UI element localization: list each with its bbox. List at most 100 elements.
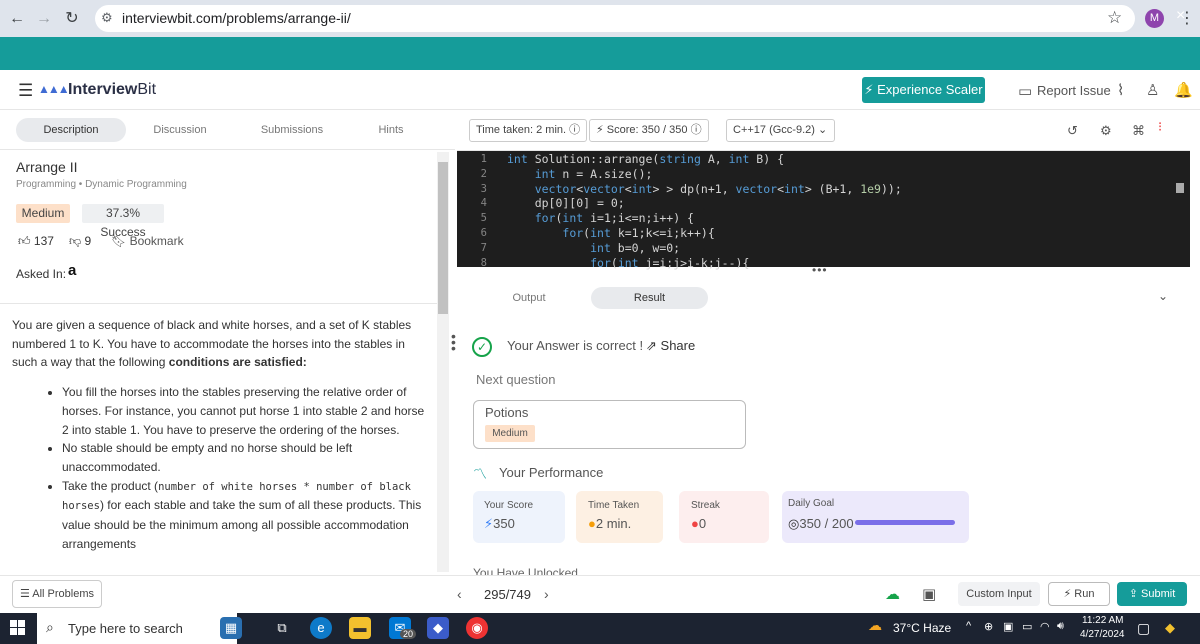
difficulty-badge: Medium [16,204,70,223]
left-scrollbar-thumb[interactable] [438,162,448,314]
tab-output[interactable]: Output [478,287,580,309]
code-line[interactable]: int n = A.size(); [507,167,653,181]
tray-icon[interactable]: ⊕ [984,620,993,633]
submit-label: Submit [1141,588,1176,600]
share-button[interactable]: ⇗ Share [646,338,695,354]
code-line[interactable]: for(int i=1;i<=n;i++) { [507,211,694,225]
tab-result[interactable]: Result [591,287,708,309]
console-icon[interactable]: ▣ [922,585,936,603]
forward-icon[interactable]: → [34,9,54,29]
next-question-title[interactable]: Potions [485,405,528,420]
bolt-icon: ⚡ [596,124,604,136]
site-logo[interactable]: InterviewBit [68,81,156,99]
experience-scaler-button[interactable]: ⚡ Experience Scaler [862,77,985,103]
language-select[interactable]: C++17 (Gcc-9.2) ⌄ [726,119,835,142]
volume-icon[interactable]: 🔊︎ [1057,620,1064,633]
thumbs-up-icon: 👍︎ [18,234,31,248]
line-number: 4 [480,197,487,209]
problem-counter: 295/749 [484,587,531,602]
code-line[interactable]: int b=0, w=0; [507,241,680,255]
back-icon[interactable]: ← [7,9,27,29]
code-line[interactable]: int Solution::arrange(string A, int B) { [507,152,784,166]
chevron-down-icon[interactable]: ⌄ [1158,289,1168,303]
stat-value-text: 0 [698,516,707,531]
bolt-icon: ⚡ [484,516,494,531]
tray-chevron-icon[interactable]: ^ [966,620,971,632]
profile-avatar[interactable]: M [1145,9,1164,28]
target-icon: ◎ [788,516,800,531]
list-item: You fill the horses into the stables pre… [62,383,426,439]
all-problems-button[interactable]: ☰ All Problems [12,580,102,608]
like-button[interactable]: 👍︎ 137 [18,234,54,249]
amazon-logo-icon[interactable]: a [68,262,76,279]
widget-app-icon[interactable]: ▦ [220,617,242,639]
hamburger-menu-icon[interactable]: ☰ [18,81,33,101]
right-scrollbar[interactable] [1190,110,1200,575]
windows-start-icon[interactable] [10,620,26,636]
tab-discussion[interactable]: Discussion [140,118,220,142]
task-view-icon[interactable]: ⧉ [271,617,293,639]
site-settings-icon[interactable]: ⚙ [101,10,113,26]
report-issue-link[interactable]: Report Issue [1037,83,1111,98]
prev-problem-button[interactable]: ‹ [457,586,462,602]
stat-value-text: 350 / 200 [799,516,854,531]
clock-date[interactable]: 4/27/2024 [1080,629,1125,640]
score-text: Score: 350 / 350 [606,124,688,136]
app-icon[interactable]: ◆ [427,617,449,639]
next-problem-button[interactable]: › [544,586,549,602]
bookmark-button[interactable]: 🔖︎ Bookmark [111,234,184,248]
info-icon: ⓘ [569,124,581,136]
notification-bell-icon[interactable]: 🔔 [1174,81,1193,99]
tab-submissions[interactable]: Submissions [250,118,334,142]
activity-icon[interactable]: ⌇ [1117,81,1124,99]
submit-button[interactable]: ⇪ Submit [1117,582,1187,606]
banner-close-icon[interactable]: × [1176,7,1185,25]
check-circle-icon: ✓ [472,337,492,357]
panel-splitter[interactable]: • • • [451,329,456,355]
more-options-icon[interactable]: ⁝ [1158,119,1162,135]
activity-icon: 〽 [473,466,487,482]
report-icon: ▭ [1018,83,1033,100]
resize-handle-icon[interactable]: ••• [812,263,828,277]
tab-description[interactable]: Description [16,118,126,142]
success-rate-badge: 37.3% Success [82,204,164,239]
clock-time[interactable]: 11:22 AM [1082,615,1124,626]
code-line[interactable]: for(int j=i;j>i-k;j--){ [507,256,749,270]
code-line[interactable]: vector<vector<int> > dp(n+1, vector<int>… [507,182,902,196]
dislike-button[interactable]: 👎︎ 9 [69,234,91,249]
edge-icon[interactable]: e [310,617,332,639]
file-explorer-icon[interactable]: ▬ [349,617,371,639]
chrome-icon[interactable]: ◉ [466,617,488,639]
banner-link[interactable]: Interview Preparation Plan [679,9,843,25]
run-label: Run [1074,588,1095,600]
taskbar-search-placeholder[interactable]: Type here to search [68,621,183,636]
run-button[interactable]: ⚡ Run [1048,582,1110,606]
daily-goal-progress [855,520,955,525]
problem-title: Arrange II [16,159,78,175]
code-line[interactable]: dp[0][0] = 0; [507,196,625,210]
reset-code-icon[interactable]: ↺ [1067,123,1078,139]
bookmark-star-icon[interactable]: ☆ [1107,8,1122,28]
copilot-icon[interactable]: ◆ [1165,620,1175,636]
shortcuts-icon[interactable]: ⌘ [1132,123,1145,139]
code-line[interactable]: for(int k=1;k<=i;k++){ [507,226,714,240]
custom-input-button[interactable]: Custom Input [958,582,1040,606]
tab-hints[interactable]: Hints [370,118,412,142]
all-problems-label: All Problems [32,588,95,600]
reload-icon[interactable]: ↻ [62,9,82,29]
share-label: Share [660,338,696,353]
tray-icon[interactable]: ▣ [1003,620,1013,633]
stat-value: ●0 [691,516,706,531]
logo-icon: ▲▲▲ [38,82,70,96]
search-icon: ⌕ [46,619,54,635]
stat-label: Time Taken [588,500,640,511]
line-number: 6 [480,227,487,239]
battery-icon[interactable]: ▭ [1022,620,1032,633]
wifi-icon[interactable]: ◠ [1040,620,1050,633]
user-icon[interactable]: ♙ [1146,81,1159,99]
url-text[interactable]: interviewbit.com/problems/arrange-ii/ [122,10,351,26]
editor-scrollbar-thumb[interactable] [1176,183,1184,193]
notifications-icon[interactable]: ▢ [1137,620,1150,637]
weather-text[interactable]: 37°C Haze [893,621,951,635]
settings-icon[interactable]: ⚙ [1100,123,1112,139]
